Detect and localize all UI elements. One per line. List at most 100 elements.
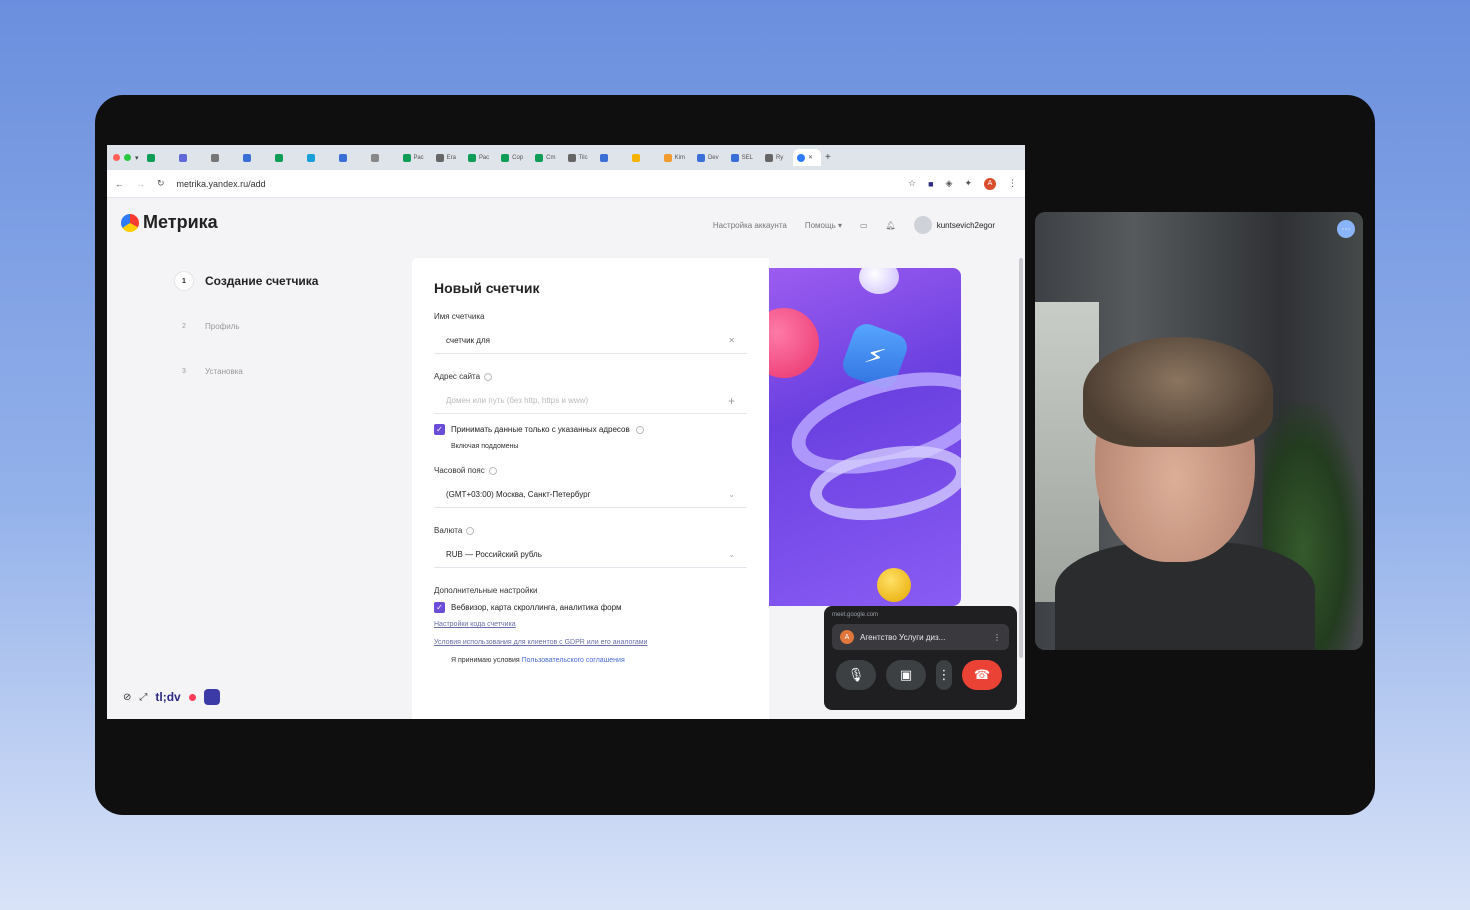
- tab-item[interactable]: [143, 149, 171, 166]
- chevron-down-icon[interactable]: ▾: [135, 154, 139, 162]
- subdomains-option[interactable]: Включая поддомены: [451, 443, 747, 450]
- tab-item[interactable]: [596, 149, 624, 166]
- tab-item[interactable]: Сm: [531, 149, 559, 166]
- code-settings-link[interactable]: Настройки кода счетчика: [434, 621, 747, 628]
- form-title: Новый счетчик: [434, 280, 540, 296]
- tab-item[interactable]: [335, 149, 363, 166]
- step-number: 2: [182, 322, 186, 330]
- hero-illustration: ⚡︎: [769, 268, 961, 606]
- help-icon[interactable]: [635, 425, 644, 434]
- audio-level-icon: ⋯: [1337, 220, 1355, 238]
- accept-only-checkbox[interactable]: ✓ Принимать данные только с указанных ад…: [434, 424, 747, 435]
- close-tab-icon[interactable]: ✕: [808, 154, 813, 161]
- tab-item[interactable]: Tilc: [564, 149, 592, 166]
- star-icon[interactable]: ☆: [908, 178, 916, 189]
- tab-item[interactable]: SEL: [727, 149, 757, 166]
- hang-up-icon: ☎︎: [973, 667, 991, 682]
- step-label: Создание счетчика: [205, 274, 319, 288]
- user-agreement-link[interactable]: Пользовательского соглашения: [522, 657, 625, 664]
- browser-toolbar: ← → ↻ metrika.yandex.ru/add ☆ ■ ◈ ✦ A ⋮: [107, 170, 1025, 198]
- reload-icon[interactable]: ↻: [157, 178, 165, 189]
- meet-controls: 🎙︎ ▣ ⋮ ☎︎: [832, 660, 1009, 690]
- meeting-pill[interactable]: A Агентство Услуги диз... ⋮: [832, 624, 1009, 650]
- more-icon[interactable]: ⋮: [993, 633, 1001, 642]
- tab-item[interactable]: Сор: [497, 149, 527, 166]
- new-tab-icon[interactable]: +: [825, 152, 831, 163]
- back-icon[interactable]: ←: [115, 179, 124, 189]
- help-icon[interactable]: [466, 526, 475, 535]
- close-window-dot[interactable]: [113, 154, 120, 161]
- menu-kebab-icon[interactable]: ⋮: [1008, 178, 1017, 189]
- accept-terms[interactable]: Я принимаю условия Пользовательского сог…: [451, 657, 747, 664]
- tab-item[interactable]: Ry: [761, 149, 789, 166]
- add-icon[interactable]: +: [728, 394, 735, 408]
- camera-button[interactable]: ▣: [886, 660, 926, 690]
- currency-select[interactable]: RUB — Российский рубль ⌄: [434, 542, 747, 568]
- profile-avatar[interactable]: A: [984, 177, 996, 190]
- microphone-icon: 🎙︎: [847, 667, 865, 682]
- white-sphere: [859, 268, 899, 294]
- help-menu[interactable]: Помощь ▾: [805, 221, 842, 230]
- tab-item[interactable]: [303, 149, 331, 166]
- address-bar[interactable]: metrika.yandex.ru/add: [177, 179, 896, 189]
- chat-icon[interactable]: ▭: [860, 221, 868, 230]
- chevron-down-icon: ⌄: [728, 490, 735, 499]
- counter-name-input[interactable]: счетчик для ✕: [434, 328, 747, 354]
- step-install[interactable]: 3 Установка: [175, 362, 318, 380]
- new-counter-form: Новый счетчик Имя счетчика счетчик для ✕…: [412, 258, 769, 719]
- webvisor-checkbox[interactable]: ✓ Вебвизор, карта скроллинга, аналитика …: [434, 602, 747, 613]
- tab-item[interactable]: [175, 149, 203, 166]
- eye-off-icon[interactable]: ⊘: [123, 692, 131, 703]
- checkbox-checked-icon: ✓: [434, 424, 445, 435]
- puzzle-icon[interactable]: ✦: [964, 178, 972, 189]
- tab-item[interactable]: Era: [432, 149, 460, 166]
- more-options-button[interactable]: ⋮: [936, 660, 952, 690]
- tab-item[interactable]: Kim: [660, 149, 689, 166]
- account-settings-link[interactable]: Настройка аккаунта: [713, 221, 787, 230]
- tldv-app-icon[interactable]: [203, 689, 220, 705]
- gdpr-link[interactable]: Условия использования для клиентов с GDP…: [434, 639, 747, 646]
- step-number: 3: [182, 367, 186, 375]
- tab-active-metrika[interactable]: ✕: [792, 149, 821, 166]
- step-create-counter[interactable]: 1 Создание счетчика: [175, 272, 318, 290]
- google-meet-pip: meet.google.com A Агентство Услуги диз..…: [824, 606, 1017, 710]
- recording-dot-icon: [188, 693, 196, 701]
- site-address-input[interactable]: Домен или путь (без http, https и www) +: [434, 388, 747, 414]
- timezone-select[interactable]: (GMT+03:00) Москва, Санкт-Петербург ⌄: [434, 482, 747, 508]
- microphone-button[interactable]: 🎙︎: [836, 660, 876, 690]
- participant-video: ⋯: [1035, 212, 1363, 650]
- tab-item[interactable]: Рас: [464, 149, 493, 166]
- tab-item[interactable]: Рас: [399, 149, 428, 166]
- screen-share-frame: ▾ Рас Era Рас Сор Сm Tilc Kim Dev SEL Ry…: [95, 95, 1375, 815]
- counter-name-label: Имя счетчика: [434, 312, 485, 321]
- clear-icon[interactable]: ✕: [728, 336, 735, 345]
- user-menu[interactable]: kuntsevich2egor: [913, 216, 995, 234]
- tab-item[interactable]: [271, 149, 299, 166]
- forward-icon[interactable]: →: [136, 179, 145, 189]
- metrika-logo[interactable]: Метрика: [121, 212, 218, 233]
- step-number: 1: [175, 272, 193, 290]
- extension-icon[interactable]: ■: [928, 179, 933, 189]
- tab-item[interactable]: [207, 149, 235, 166]
- expand-icon[interactable]: ⤢: [139, 692, 147, 703]
- tab-item[interactable]: Dev: [693, 149, 723, 166]
- step-label: Профиль: [205, 321, 240, 331]
- step-label: Установка: [205, 366, 243, 376]
- tab-item[interactable]: [239, 149, 267, 166]
- help-icon[interactable]: [488, 466, 497, 475]
- meet-url: meet.google.com: [832, 612, 879, 618]
- tab-strip: ▾ Рас Era Рас Сор Сm Tilc Kim Dev SEL Ry…: [107, 145, 1025, 170]
- tldv-logo[interactable]: tl;dv: [155, 690, 180, 704]
- maximize-window-dot[interactable]: [124, 154, 131, 161]
- bell-icon[interactable]: 🔔︎: [886, 221, 896, 230]
- step-profile[interactable]: 2 Профиль: [175, 317, 318, 335]
- extra-settings-label: Дополнительные настройки: [434, 586, 538, 595]
- tab-item[interactable]: [367, 149, 395, 166]
- tab-item[interactable]: [628, 149, 656, 166]
- tldv-widget: ⊘ ⤢ tl;dv: [123, 689, 220, 705]
- shield-icon[interactable]: ◈: [946, 178, 953, 189]
- end-call-button[interactable]: ☎︎: [962, 660, 1002, 690]
- help-icon[interactable]: [484, 372, 493, 381]
- page-scrollbar[interactable]: [1019, 258, 1023, 658]
- timezone-label: Часовой пояс: [434, 466, 747, 475]
